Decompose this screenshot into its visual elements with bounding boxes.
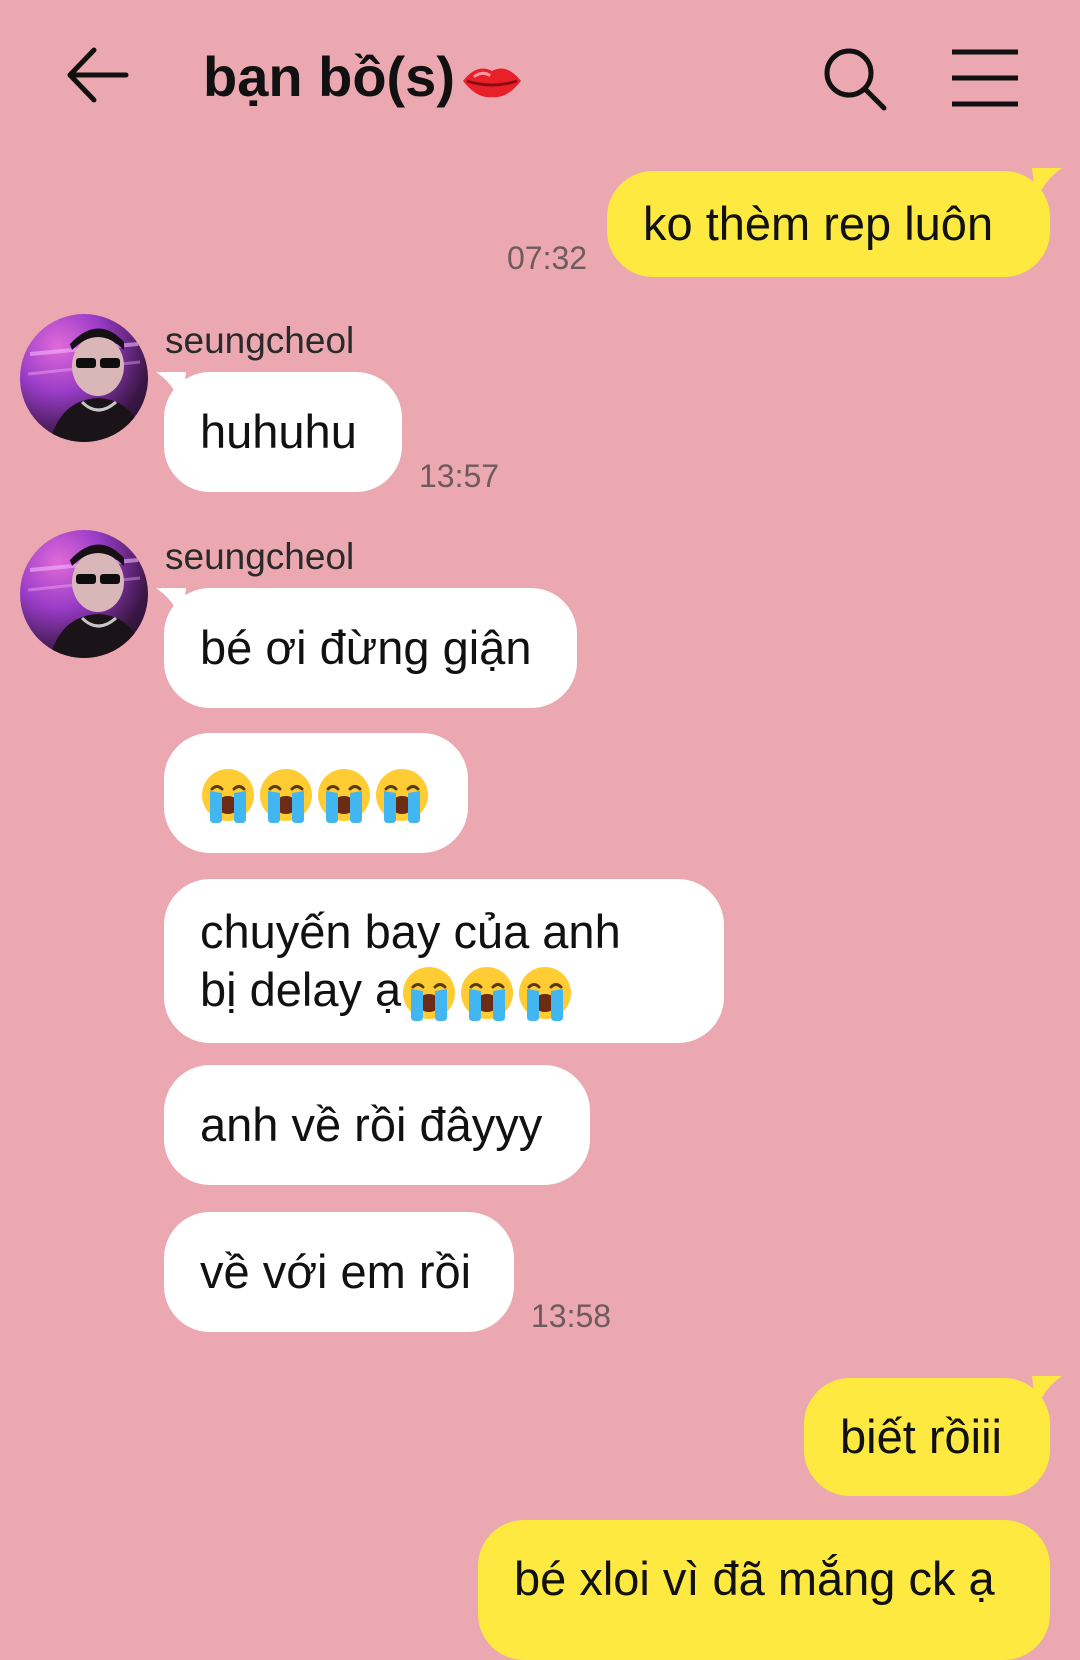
chat-title-text: bạn bồ(s)	[203, 45, 455, 108]
outgoing-message-bubble[interactable]: bé xloi vì đã mắng ck ạ	[478, 1520, 1050, 1660]
message-text-line-2: bị delay ạ	[200, 961, 688, 1023]
outgoing-message-bubble[interactable]: biết rồiii	[804, 1378, 1050, 1496]
outgoing-message-bubble[interactable]: ko thèm rep luôn	[607, 171, 1050, 277]
lips-icon	[462, 68, 521, 98]
message-time: 07:32	[507, 240, 588, 276]
avatar-image	[27, 328, 144, 442]
message-text: bé xloi vì đã mắng ck ạ	[514, 1552, 995, 1605]
menu-icon[interactable]	[950, 46, 1020, 110]
message-text: ko thèm rep luôn	[643, 197, 994, 250]
message-time: 13:58	[531, 1298, 612, 1334]
message-text: về với em rồi	[200, 1245, 472, 1298]
message-time: 13:57	[419, 458, 500, 494]
search-icon[interactable]	[820, 44, 890, 114]
loudly-crying-face-icon	[200, 767, 430, 825]
message-text: huhuhu	[200, 405, 357, 458]
avatar-image	[27, 544, 144, 658]
avatar[interactable]	[20, 314, 148, 442]
message-text-line: chuyến bay của anh	[200, 905, 621, 958]
incoming-message-bubble[interactable]: chuyến bay của anh bị delay ạ	[164, 879, 724, 1043]
incoming-message-bubble[interactable]: bé ơi đừng giận	[164, 588, 577, 708]
message-text: biết rồiii	[840, 1410, 1002, 1463]
sender-name: seungcheol	[165, 320, 355, 361]
incoming-message-bubble[interactable]	[164, 733, 468, 853]
back-arrow-icon[interactable]	[64, 40, 134, 110]
message-text: anh về rồi đâyyy	[200, 1098, 543, 1151]
incoming-message-bubble[interactable]: về với em rồi	[164, 1212, 514, 1332]
sender-name: seungcheol	[165, 536, 355, 577]
message-text: bé ơi đừng giận	[200, 621, 532, 674]
chat-title: bạn bồ(s)	[203, 44, 523, 109]
incoming-message-bubble[interactable]: anh về rồi đâyyy	[164, 1065, 590, 1185]
bubble-tail	[1032, 1376, 1062, 1410]
loudly-crying-face-icon	[401, 965, 573, 1023]
bubble-tail	[1032, 168, 1062, 202]
chat-header: bạn bồ(s)	[0, 0, 1080, 160]
message-text: bị delay ạ	[200, 963, 402, 1016]
incoming-message-bubble[interactable]: huhuhu	[164, 372, 402, 492]
avatar[interactable]	[20, 530, 148, 658]
